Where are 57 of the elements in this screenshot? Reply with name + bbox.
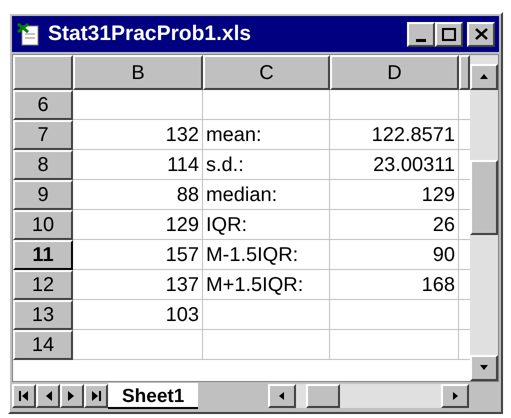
row-header[interactable]: 13 [13, 300, 73, 330]
row-header[interactable]: 10 [13, 210, 73, 240]
column-header[interactable]: C [203, 55, 330, 90]
row-header[interactable]: 6 [13, 90, 73, 120]
table-cell: 26 [330, 210, 459, 240]
row-header[interactable]: 8 [13, 150, 73, 180]
maximize-button[interactable] [435, 22, 463, 46]
minimize-button[interactable] [407, 22, 435, 46]
table-cell: IQR: [203, 210, 330, 240]
right-arrow-icon [90, 390, 102, 402]
window-title: Stat31PracProb1.xls [48, 21, 252, 48]
table-cell: 88 [73, 180, 203, 210]
row-header[interactable]: 11 [13, 240, 73, 270]
column-header[interactable]: B [73, 55, 203, 90]
scroll-left-button[interactable] [268, 384, 296, 408]
sheet-nav-button[interactable] [36, 384, 60, 408]
table-cell: M-1.5IQR: [203, 240, 330, 270]
table-cell: 114 [73, 150, 203, 180]
table-cell: M+1.5IQR: [203, 270, 330, 300]
table-cell: s.d.: [203, 150, 330, 180]
scroll-down-button[interactable] [470, 355, 498, 381]
table-cell: 129 [73, 210, 203, 240]
close-icon [474, 28, 488, 40]
column-header[interactable] [459, 55, 470, 90]
corner-cell[interactable] [13, 55, 73, 90]
table-cell: 23.00311 [330, 150, 459, 180]
scroll-up-button[interactable] [470, 64, 498, 90]
row-header[interactable]: 14 [13, 330, 73, 360]
scroll-thumb[interactable] [470, 160, 498, 235]
sheet-nav-button[interactable] [60, 384, 84, 408]
table-cell: 157 [73, 240, 203, 270]
sheet-nav-button[interactable] [12, 384, 36, 408]
up-arrow-icon [479, 72, 489, 82]
sheet-tab[interactable]: Sheet1 [108, 383, 198, 409]
maximize-icon [442, 28, 456, 40]
horizontal-scrollbar[interactable] [268, 384, 469, 408]
table-cell: median: [203, 180, 330, 210]
right-arrow-icon [450, 391, 460, 401]
column-header[interactable]: D [330, 55, 459, 90]
table-cell: 168 [330, 270, 459, 300]
sheet-nav-button[interactable] [84, 384, 108, 408]
close-button[interactable] [467, 22, 495, 46]
table-cell: 132 [73, 120, 203, 150]
row-header[interactable]: 7 [13, 120, 73, 150]
table-cell: 129 [330, 180, 459, 210]
scroll-right-button[interactable] [441, 384, 469, 408]
row-header[interactable]: 9 [13, 180, 73, 210]
scroll-thumb[interactable] [306, 384, 340, 408]
vertical-scrollbar[interactable] [470, 55, 498, 381]
row-header[interactable]: 12 [13, 270, 73, 300]
table-cell: mean: [203, 120, 330, 150]
left-arrow-icon [18, 390, 30, 402]
minimize-icon [416, 38, 426, 42]
table-cell: 103 [73, 300, 203, 330]
table-cell: 90 [330, 240, 459, 270]
table-cell: 137 [73, 270, 203, 300]
table-cell: 122.8571 [330, 120, 459, 150]
